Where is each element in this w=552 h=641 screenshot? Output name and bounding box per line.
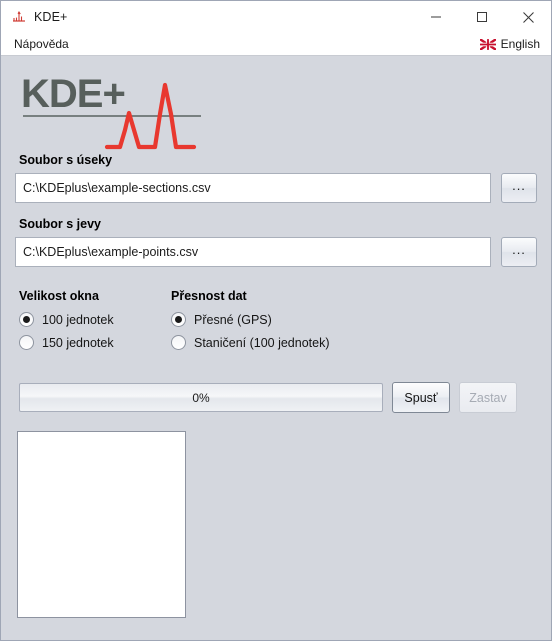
radio-icon-checked: [19, 312, 34, 327]
window-controls: [413, 1, 551, 33]
language-label: English: [500, 37, 540, 51]
data-precision-option-stationing-label: Staničení (100 jednotek): [194, 335, 330, 350]
app-icon: [13, 11, 25, 22]
uk-flag-icon: [479, 38, 496, 50]
points-file-input[interactable]: [15, 237, 491, 267]
options-area: Velikost okna 100 jednotek 150 jednotek …: [19, 289, 537, 358]
data-precision-option-stationing[interactable]: Staničení (100 jednotek): [171, 335, 537, 350]
window-size-option-150[interactable]: 150 jednotek: [19, 335, 171, 350]
application-window: KDE+ Nápověda English KDE+ Soubor s úsek…: [0, 0, 552, 641]
progress-row: 0% Spusť Zastav: [19, 382, 533, 413]
data-precision-option-gps-label: Přesné (GPS): [194, 312, 272, 327]
data-precision-option-gps[interactable]: Přesné (GPS): [171, 312, 537, 327]
menu-item-help[interactable]: Nápověda: [1, 35, 76, 53]
start-button[interactable]: Spusť: [392, 382, 450, 413]
progress-label: 0%: [192, 390, 210, 405]
radio-icon-unchecked: [19, 335, 34, 350]
sections-file-label: Soubor s úseky: [19, 153, 113, 167]
menu-bar-left: Nápověda: [1, 35, 76, 53]
kde-plus-logo: KDE+: [21, 72, 201, 150]
close-button[interactable]: [505, 1, 551, 33]
window-size-group: Velikost okna 100 jednotek 150 jednotek: [19, 289, 171, 358]
sections-file-input[interactable]: [15, 173, 491, 203]
window-size-option-150-label: 150 jednotek: [42, 335, 114, 350]
close-icon: [522, 11, 534, 23]
maximize-button[interactable]: [459, 1, 505, 33]
sections-file-row: ...: [15, 173, 537, 203]
sections-file-browse-button[interactable]: ...: [501, 173, 537, 203]
language-switcher[interactable]: English: [477, 36, 543, 52]
points-file-row: ...: [15, 237, 537, 267]
points-file-browse-button[interactable]: ...: [501, 237, 537, 267]
progress-bar: 0%: [19, 383, 383, 412]
radio-icon-checked: [171, 312, 186, 327]
data-precision-title: Přesnost dat: [171, 289, 247, 303]
window-title: KDE+: [34, 10, 68, 24]
window-size-title: Velikost okna: [19, 289, 99, 303]
log-output[interactable]: [17, 431, 186, 618]
client-area: KDE+ Soubor s úseky ... Soubor s jevy ..…: [1, 56, 551, 640]
maximize-icon: [477, 12, 487, 22]
title-bar: KDE+: [1, 1, 551, 33]
minimize-button[interactable]: [413, 1, 459, 33]
stop-button: Zastav: [459, 382, 517, 413]
window-size-option-100[interactable]: 100 jednotek: [19, 312, 171, 327]
points-file-label: Soubor s jevy: [19, 217, 101, 231]
svg-text:KDE+: KDE+: [21, 72, 125, 116]
window-size-option-100-label: 100 jednotek: [42, 312, 114, 327]
radio-icon-unchecked: [171, 335, 186, 350]
menu-bar: Nápověda English: [1, 33, 551, 56]
data-precision-group: Přesnost dat Přesné (GPS) Staničení (100…: [171, 289, 537, 358]
minimize-icon: [431, 16, 441, 18]
